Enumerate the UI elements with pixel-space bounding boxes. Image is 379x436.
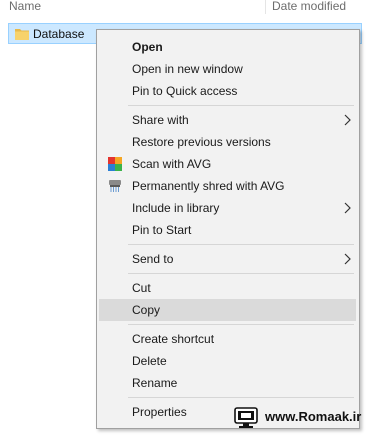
menu-item-open-new-window-label: Open in new window (132, 62, 243, 76)
column-name-header[interactable]: Name (9, 0, 41, 13)
menu-item-rename[interactable]: Rename (99, 372, 356, 394)
shredder-icon (109, 180, 121, 192)
column-date-modified-header[interactable]: Date modified (272, 0, 346, 13)
menu-item-shred-avg[interactable]: Permanently shred with AVG (99, 175, 356, 197)
menu-item-cut-label: Cut (132, 281, 151, 295)
column-header: Name Date modified (0, 0, 379, 20)
context-menu: Open Open in new window Pin to Quick acc… (96, 29, 360, 429)
avg-icon (108, 157, 122, 171)
chevron-right-icon (344, 253, 351, 265)
chevron-right-icon (344, 114, 351, 126)
menu-item-share-with-label: Share with (132, 113, 189, 127)
menu-separator (128, 397, 354, 398)
menu-item-scan-avg-label: Scan with AVG (132, 157, 212, 171)
menu-item-open-label: Open (132, 40, 163, 54)
menu-separator (128, 105, 354, 106)
menu-item-send-to[interactable]: Send to (99, 248, 356, 270)
menu-item-scan-avg[interactable]: Scan with AVG (99, 153, 356, 175)
menu-separator (128, 273, 354, 274)
menu-item-restore-versions[interactable]: Restore previous versions (99, 131, 356, 153)
menu-item-properties-label: Properties (132, 405, 187, 419)
menu-item-include-library[interactable]: Include in library (99, 197, 356, 219)
file-name: Database (33, 27, 85, 41)
menu-item-pin-quick-access-label: Pin to Quick access (132, 84, 238, 98)
menu-item-pin-start-label: Pin to Start (132, 223, 192, 237)
menu-item-pin-quick-access[interactable]: Pin to Quick access (99, 80, 356, 102)
menu-item-open-new-window[interactable]: Open in new window (99, 58, 356, 80)
menu-item-include-library-label: Include in library (132, 201, 220, 215)
menu-separator (128, 244, 354, 245)
menu-item-create-shortcut[interactable]: Create shortcut (99, 328, 356, 350)
column-divider[interactable] (265, 0, 266, 14)
menu-item-delete[interactable]: Delete (99, 350, 356, 372)
menu-item-delete-label: Delete (132, 354, 167, 368)
menu-item-share-with[interactable]: Share with (99, 109, 356, 131)
menu-item-restore-versions-label: Restore previous versions (132, 135, 271, 149)
folder-icon (15, 29, 29, 40)
romaak-logo-icon (234, 407, 258, 428)
menu-item-shred-avg-label: Permanently shred with AVG (132, 179, 285, 193)
menu-separator (128, 324, 354, 325)
menu-item-copy-label: Copy (132, 303, 161, 317)
menu-item-pin-start[interactable]: Pin to Start (99, 219, 356, 241)
watermark-site-text: www.Romaak.ir (265, 409, 362, 424)
menu-item-copy[interactable]: Copy (99, 299, 356, 321)
chevron-right-icon (344, 202, 351, 214)
menu-item-create-shortcut-label: Create shortcut (132, 332, 215, 346)
menu-item-open[interactable]: Open (99, 36, 356, 58)
menu-item-rename-label: Rename (132, 376, 178, 390)
menu-item-send-to-label: Send to (132, 252, 174, 266)
menu-item-cut[interactable]: Cut (99, 277, 356, 299)
